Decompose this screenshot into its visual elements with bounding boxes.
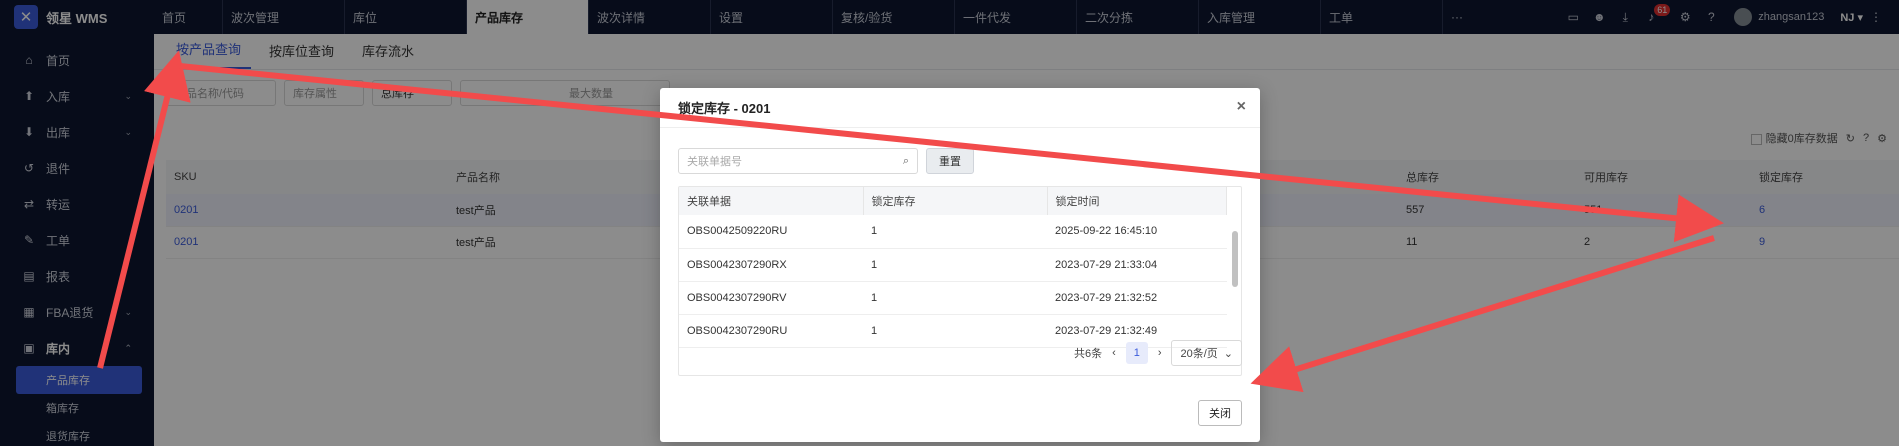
next-page-icon[interactable]: ›	[1158, 347, 1162, 359]
dialog-header: 锁定库存 - 0201 ×	[660, 88, 1260, 128]
pagination: 共6条 ‹ 1 › 20条/页 ⌄	[1074, 340, 1242, 366]
locked-stock-dialog: 锁定库存 - 0201 × 关联单据号 ⌕ 重置 关联单据 锁定库存 锁定时间 …	[660, 88, 1260, 442]
reset-button[interactable]: 重置	[926, 148, 974, 174]
locked-qty: 1	[863, 215, 1047, 249]
scroll-thumb[interactable]	[1232, 231, 1238, 287]
locked-time: 2025-09-22 16:45:10	[1047, 215, 1227, 249]
table-row: OBS0042307290RV 1 2023-07-29 21:32:52	[679, 281, 1227, 315]
order-search-input[interactable]: 关联单据号 ⌕	[678, 148, 918, 174]
close-button[interactable]: 关闭	[1198, 400, 1242, 426]
locked-time: 2023-07-29 21:33:04	[1047, 248, 1227, 282]
col-locked-time: 锁定时间	[1047, 187, 1227, 215]
page-size-select[interactable]: 20条/页 ⌄	[1171, 340, 1242, 366]
related-order: OBS0042307290RU	[679, 314, 863, 348]
search-icon[interactable]: ⌕	[903, 155, 909, 168]
locked-qty: 1	[863, 281, 1047, 315]
dialog-title: 锁定库存 - 0201	[678, 101, 771, 116]
page-size-label: 20条/页	[1180, 348, 1218, 360]
locked-qty: 1	[863, 314, 1047, 348]
dialog-table: 关联单据 锁定库存 锁定时间 OBS0042509220RU 1 2025-09…	[679, 187, 1227, 348]
total-count: 共6条	[1074, 348, 1103, 360]
close-icon[interactable]: ×	[1237, 98, 1246, 116]
dialog-search: 关联单据号 ⌕ 重置	[678, 148, 974, 174]
related-order: OBS0042307290RV	[679, 281, 863, 315]
chevron-down-icon: ⌄	[1223, 347, 1233, 360]
col-related-order: 关联单据	[679, 187, 864, 215]
current-page[interactable]: 1	[1125, 342, 1148, 364]
dialog-scrollbar[interactable]	[1231, 217, 1239, 337]
search-placeholder: 关联单据号	[687, 156, 742, 168]
locked-time: 2023-07-29 21:32:52	[1047, 281, 1227, 315]
locked-qty: 1	[863, 248, 1047, 282]
table-row: OBS0042307290RX 1 2023-07-29 21:33:04	[679, 248, 1227, 282]
col-locked-qty: 锁定库存	[863, 187, 1048, 215]
table-row: OBS0042509220RU 1 2025-09-22 16:45:10	[679, 215, 1227, 249]
dialog-table-header: 关联单据 锁定库存 锁定时间	[679, 187, 1227, 215]
prev-page-icon[interactable]: ‹	[1112, 347, 1116, 359]
related-order: OBS0042509220RU	[679, 215, 863, 249]
related-order: OBS0042307290RX	[679, 248, 863, 282]
